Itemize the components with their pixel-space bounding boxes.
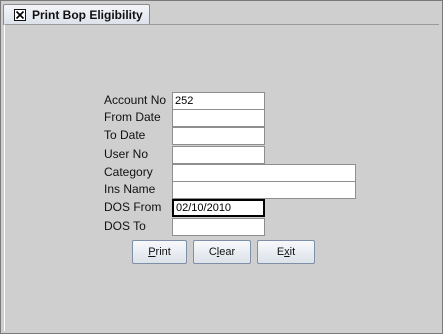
account-no-label: Account No [104,93,167,107]
user-no-label: User No [104,147,149,161]
ins-name-label: Ins Name [104,182,156,196]
print-mnemonic: P [148,246,156,258]
from-date-label: From Date [104,110,161,124]
exit-label-rest: it [289,246,296,258]
dos-from-label: DOS From [104,200,162,214]
from-date-field[interactable] [172,109,265,127]
category-field[interactable] [172,164,356,182]
window-frame: Print Bop Eligibility Account No From Da… [0,0,443,334]
dos-to-label: DOS To [104,219,146,233]
print-button[interactable]: Print [132,240,187,264]
tab-print-bop-eligibility[interactable]: Print Bop Eligibility [3,4,150,25]
close-icon[interactable] [14,9,26,21]
account-no-field[interactable] [172,92,265,110]
user-no-field[interactable] [172,146,265,164]
ins-name-field[interactable] [172,181,356,199]
exit-button[interactable]: Ex it [257,240,315,264]
tab-title: Print Bop Eligibility [32,8,143,22]
category-label: Category [104,165,153,179]
clear-label-rest: ear [219,246,236,258]
clear-label-pre: C [208,246,217,258]
clear-button[interactable]: Cl ear [193,240,251,264]
to-date-label: To Date [104,128,146,142]
dos-to-field[interactable] [172,218,265,236]
to-date-field[interactable] [172,127,265,145]
print-label-rest: rint [155,246,171,258]
exit-label-pre: E [276,246,285,258]
dos-from-field[interactable] [172,199,265,217]
